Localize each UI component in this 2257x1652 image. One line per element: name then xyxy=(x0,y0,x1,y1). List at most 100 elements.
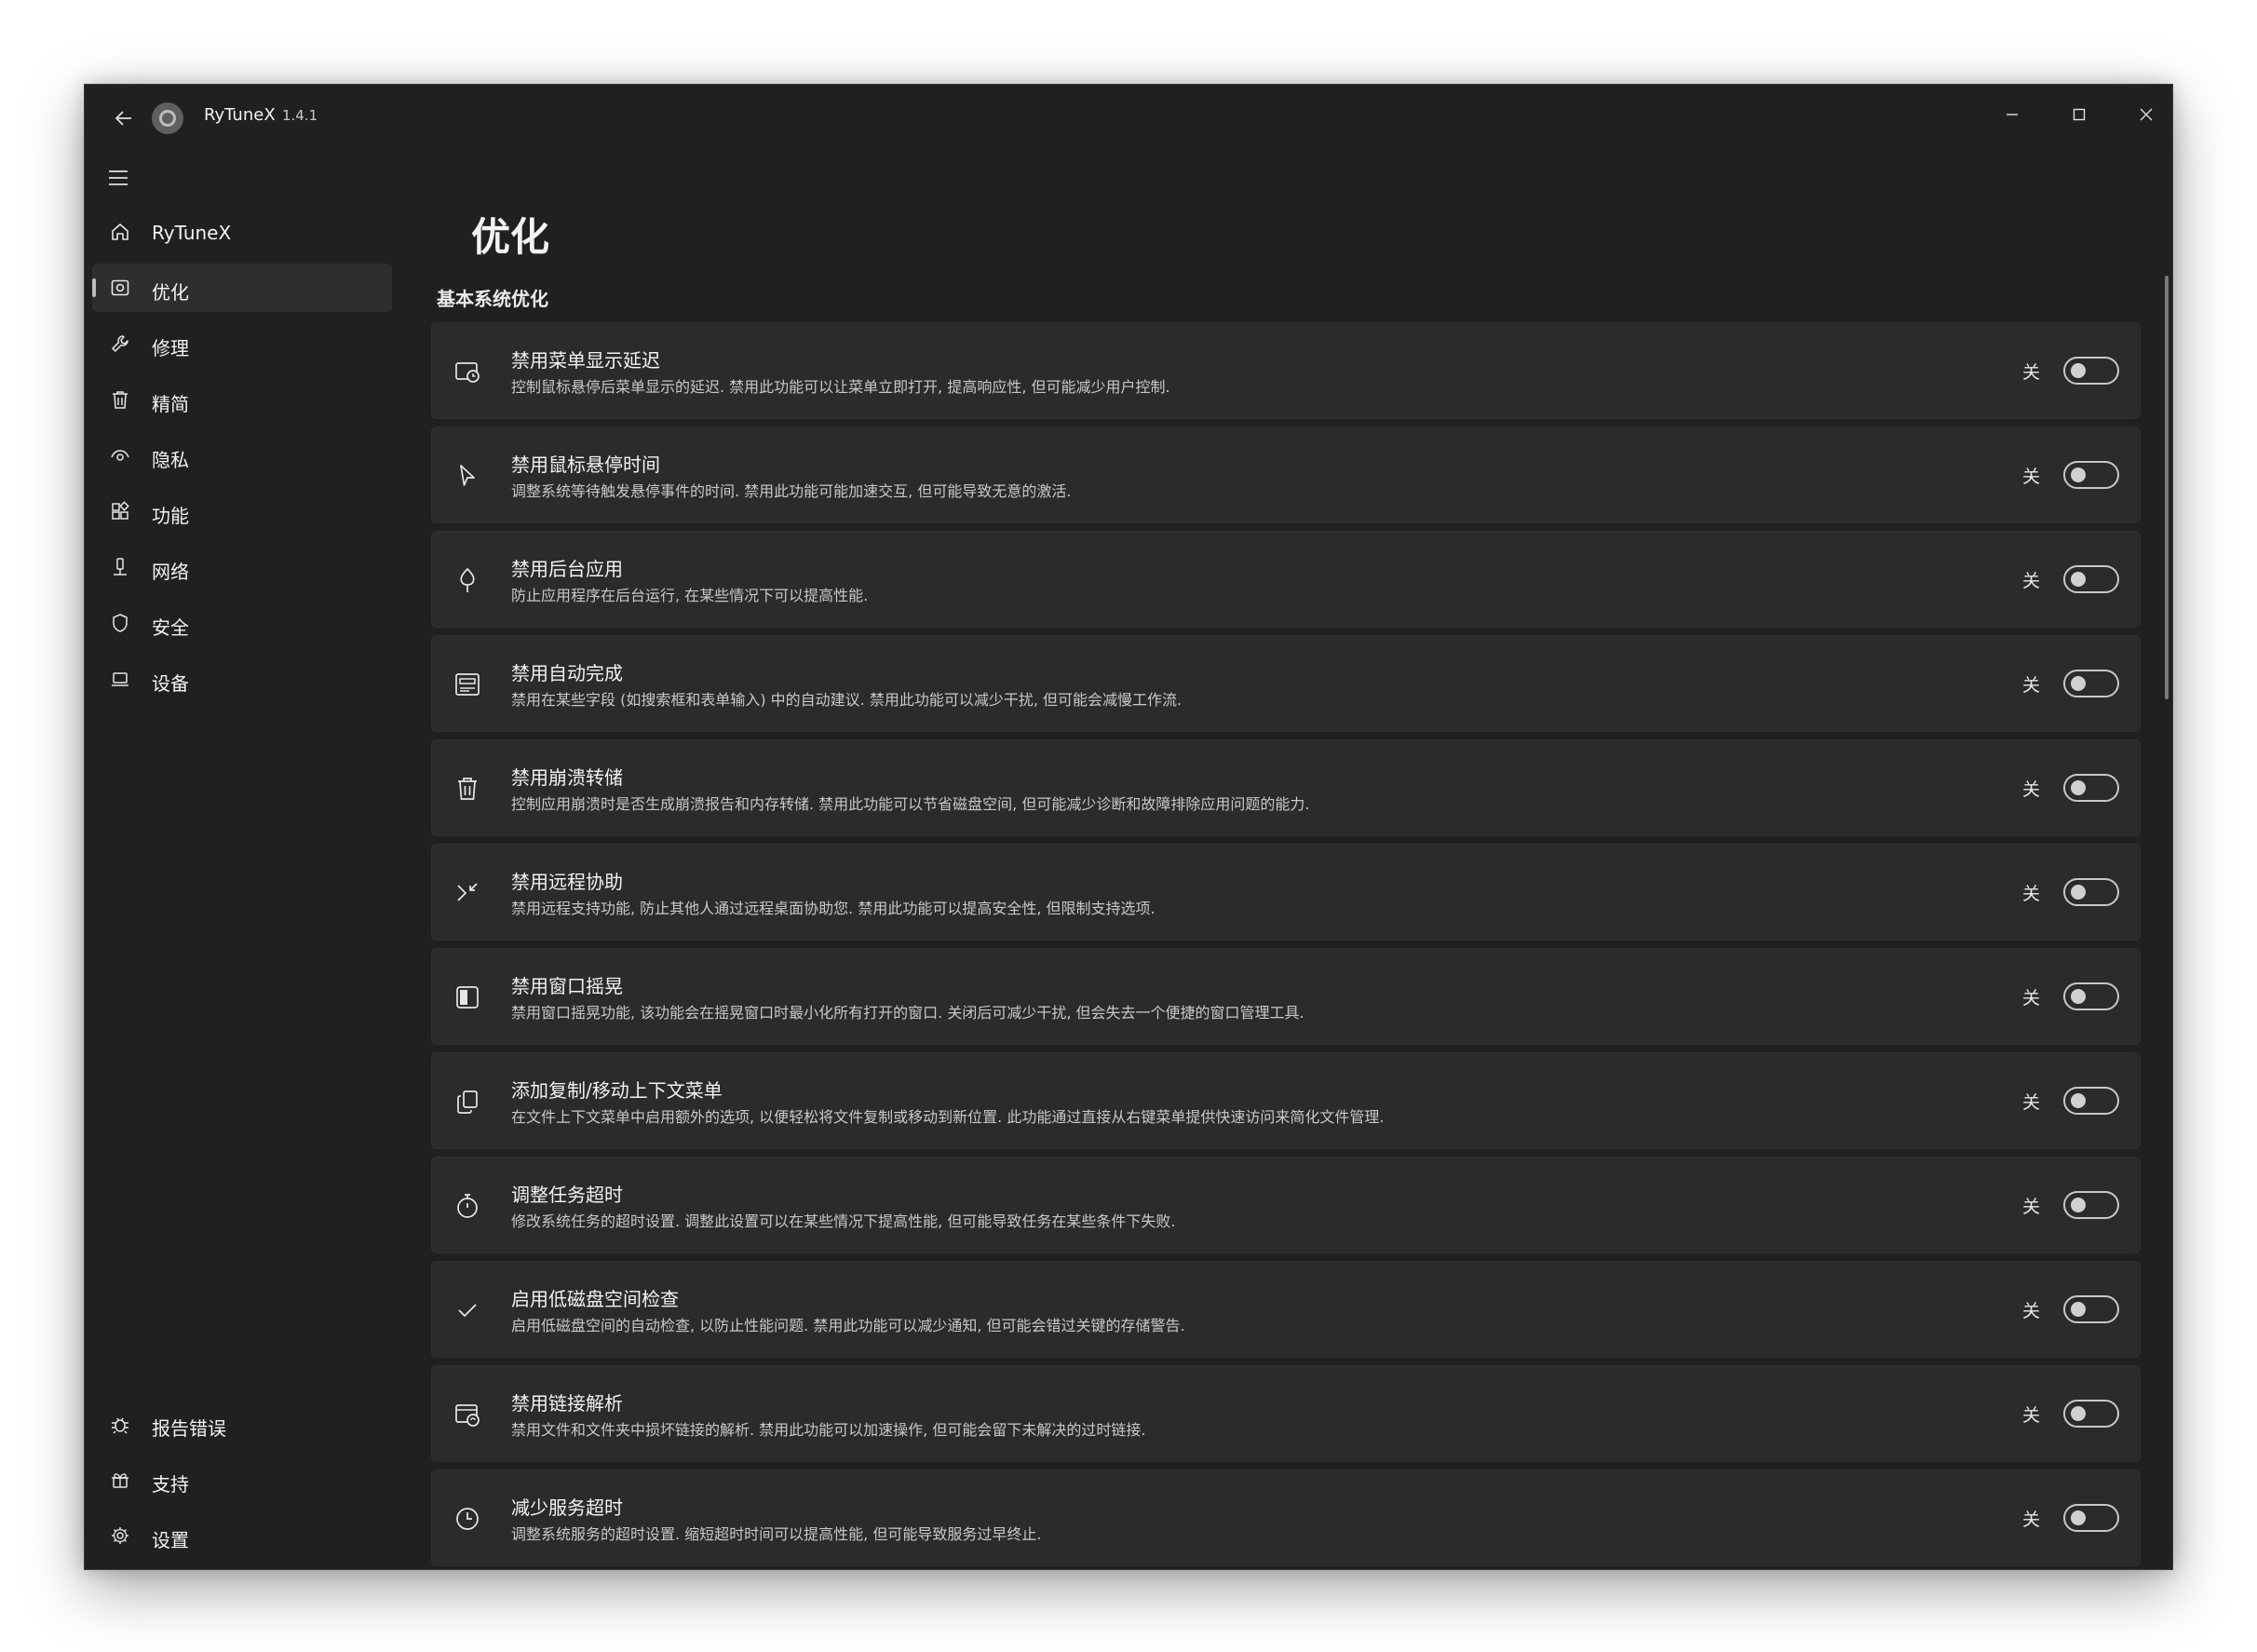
toggle-state-label: 关 xyxy=(2022,1301,2041,1321)
setting-title: 禁用菜单显示延迟 xyxy=(511,349,660,372)
eye-icon xyxy=(109,444,131,467)
setting-description: 启用低磁盘空间的自动检查, 以防止性能问题. 禁用此功能可以减少通知, 但可能会… xyxy=(511,1317,1185,1334)
sidebar-item-report-bug[interactable]: 报告错误 xyxy=(92,1400,392,1448)
toggle-state-label: 关 xyxy=(2022,467,2041,487)
setting-title: 调整任务超时 xyxy=(511,1184,623,1206)
setting-title: 减少服务超时 xyxy=(511,1496,623,1519)
gear-icon xyxy=(109,1524,131,1547)
stopwatch-icon xyxy=(453,1191,482,1221)
crash-dump-toggle[interactable] xyxy=(2063,774,2119,802)
page-title: 优化 xyxy=(471,214,550,260)
sidebar-item-home[interactable]: RyTuneX xyxy=(92,208,392,256)
sidebar-item-debloat[interactable]: 精简 xyxy=(92,375,392,424)
toggle-state-label: 关 xyxy=(2022,675,2041,696)
setting-title: 禁用后台应用 xyxy=(511,558,623,580)
menu-delay-icon xyxy=(453,357,482,386)
setting-card: 调整任务超时 修改系统任务的超时设置. 调整此设置可以在某些情况下提高性能, 但… xyxy=(431,1157,2141,1253)
setting-description: 调整系统等待触发悬停事件的时间. 禁用此功能可能加速交互, 但可能导致无意的激活… xyxy=(511,482,1072,500)
service-timeout-toggle[interactable] xyxy=(2063,1504,2119,1532)
toggle-state-label: 关 xyxy=(2022,988,2041,1009)
title-bar: RyTuneX 1.4.1 xyxy=(85,85,2172,150)
hamburger-menu-button[interactable] xyxy=(98,157,139,198)
setting-title: 禁用链接解析 xyxy=(511,1392,623,1415)
cursor-icon xyxy=(453,461,482,491)
sidebar-item-label: 网络 xyxy=(152,561,189,583)
setting-card: 启用低磁盘空间检查 启用低磁盘空间的自动检查, 以防止性能问题. 禁用此功能可以… xyxy=(431,1261,2141,1358)
sidebar-item-optimize[interactable]: 优化 xyxy=(92,264,392,312)
setting-description: 禁用窗口摇晃功能, 该功能会在摇晃窗口时最小化所有打开的窗口. 关闭后可减少干扰… xyxy=(511,1004,1304,1022)
close-button[interactable] xyxy=(2118,94,2172,135)
setting-card: 禁用崩溃转储 控制应用崩溃时是否生成崩溃报告和内存转储. 禁用此功能可以节省磁盘… xyxy=(431,739,2141,836)
minimize-icon xyxy=(2007,114,2018,115)
toggle-state-label: 关 xyxy=(2022,362,2041,383)
link-resolve-icon xyxy=(453,1400,482,1429)
sidebar-item-label: 精简 xyxy=(152,393,189,415)
sidebar-item-label: 安全 xyxy=(152,616,189,639)
setting-description: 修改系统任务的超时设置. 调整此设置可以在某些情况下提高性能, 但可能导致任务在… xyxy=(511,1212,1176,1230)
window-shake-toggle[interactable] xyxy=(2063,982,2119,1010)
toggle-state-label: 关 xyxy=(2022,571,2041,591)
content-scrollbar[interactable] xyxy=(2165,276,2169,699)
setting-description: 禁用在某些字段 (如搜索框和表单输入) 中的自动建议. 禁用此功能可以减少干扰,… xyxy=(511,691,1183,709)
setting-title: 禁用崩溃转储 xyxy=(511,766,623,789)
back-button[interactable] xyxy=(103,98,144,139)
sidebar-item-features[interactable]: 功能 xyxy=(92,487,392,535)
setting-description: 禁用远程支持功能, 防止其他人通过远程桌面协助您. 禁用此功能可以提高安全性, … xyxy=(511,900,1156,917)
background-apps-toggle[interactable] xyxy=(2063,565,2119,593)
setting-title: 禁用自动完成 xyxy=(511,662,623,684)
sidebar-item-label: 修理 xyxy=(152,337,189,359)
setting-title: 禁用远程协助 xyxy=(511,871,623,893)
autocomplete-toggle[interactable] xyxy=(2063,670,2119,697)
sidebar-item-label: 设置 xyxy=(152,1529,189,1551)
link-resolve-toggle[interactable] xyxy=(2063,1400,2119,1428)
setting-description: 防止应用程序在后台运行, 在某些情况下可以提高性能. xyxy=(511,587,869,604)
laptop-icon xyxy=(109,668,131,690)
hamburger-icon xyxy=(109,170,128,185)
sidebar-item-privacy[interactable]: 隐私 xyxy=(92,431,392,480)
sidebar-item-network[interactable]: 网络 xyxy=(92,543,392,591)
shield-icon xyxy=(109,612,131,634)
wrench-icon xyxy=(109,332,131,355)
sidebar-item-support[interactable]: 支持 xyxy=(92,1456,392,1504)
sidebar-item-settings[interactable]: 设置 xyxy=(92,1511,392,1560)
setting-description: 控制应用崩溃时是否生成崩溃报告和内存转储. 禁用此功能可以节省磁盘空间, 但可能… xyxy=(511,795,1310,813)
sidebar-item-repair[interactable]: 修理 xyxy=(92,319,392,368)
setting-card: 禁用链接解析 禁用文件和文件夹中损坏链接的解析. 禁用此功能可以加速操作, 但可… xyxy=(431,1365,2141,1462)
checkmark-icon xyxy=(453,1295,482,1325)
clock-icon xyxy=(453,1504,482,1534)
remote-assist-toggle[interactable] xyxy=(2063,878,2119,906)
toggle-state-label: 关 xyxy=(2022,1092,2041,1113)
setting-title: 启用低磁盘空间检查 xyxy=(511,1288,679,1310)
setting-title: 添加复制/移动上下文菜单 xyxy=(511,1079,723,1102)
setting-card: 禁用后台应用 防止应用程序在后台运行, 在某些情况下可以提高性能. 关 xyxy=(431,531,2141,628)
close-icon xyxy=(2140,108,2153,121)
sidebar-item-security[interactable]: 安全 xyxy=(92,599,392,647)
setting-card: 添加复制/移动上下文菜单 在文件上下文菜单中启用额外的选项, 以便轻松将文件复制… xyxy=(431,1052,2141,1149)
toggle-state-label: 关 xyxy=(2022,1510,2041,1530)
task-timeout-toggle[interactable] xyxy=(2063,1191,2119,1219)
optimize-icon xyxy=(109,277,131,299)
setting-title: 禁用鼠标悬停时间 xyxy=(511,454,660,476)
toggle-state-label: 关 xyxy=(2022,1405,2041,1426)
window-icon xyxy=(453,982,482,1012)
section-title: 基本系统优化 xyxy=(437,288,548,310)
network-icon xyxy=(109,556,131,578)
sidebar-item-label: 功能 xyxy=(152,505,189,527)
setting-description: 禁用文件和文件夹中损坏链接的解析. 禁用此功能可以加速操作, 但可能会留下未解决… xyxy=(511,1421,1146,1439)
menu-delay-toggle[interactable] xyxy=(2063,357,2119,385)
remote-icon xyxy=(453,878,482,908)
sidebar-item-label: 隐私 xyxy=(152,449,189,471)
setting-description: 在文件上下文菜单中启用额外的选项, 以便轻松将文件复制或移动到新位置. 此功能通… xyxy=(511,1108,1385,1126)
setting-title: 禁用窗口摇晃 xyxy=(511,975,623,997)
back-arrow-icon xyxy=(115,111,131,126)
maximize-button[interactable] xyxy=(2051,94,2107,135)
mouse-hover-toggle[interactable] xyxy=(2063,461,2119,489)
setting-card: 禁用自动完成 禁用在某些字段 (如搜索框和表单输入) 中的自动建议. 禁用此功能… xyxy=(431,635,2141,732)
setting-card: 禁用鼠标悬停时间 调整系统等待触发悬停事件的时间. 禁用此功能可能加速交互, 但… xyxy=(431,427,2141,523)
low-disk-check-toggle[interactable] xyxy=(2063,1295,2119,1323)
sidebar-item-device[interactable]: 设备 xyxy=(92,655,392,703)
setting-card: 禁用远程协助 禁用远程支持功能, 防止其他人通过远程桌面协助您. 禁用此功能可以… xyxy=(431,844,2141,941)
apps-icon xyxy=(109,500,131,522)
minimize-button[interactable] xyxy=(1984,94,2040,135)
copy-move-menu-toggle[interactable] xyxy=(2063,1087,2119,1115)
